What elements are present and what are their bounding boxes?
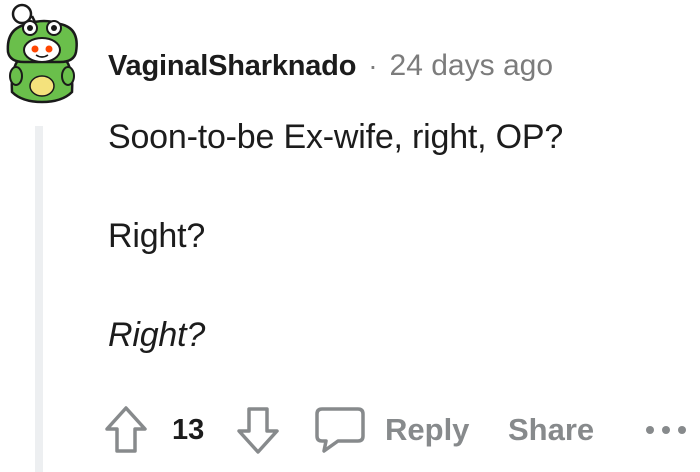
arrow-down-icon [237,407,279,454]
comment-button[interactable] [310,400,370,460]
comment-body-line: Soon-to-be Ex-wife, right, OP? [108,118,564,156]
ellipsis-icon [646,426,686,434]
snoo-frog-avatar-icon [6,3,78,104]
comment-body-line-italic: Right? [108,316,206,354]
downvote-button[interactable] [228,400,288,460]
separator-dot: · [368,50,378,81]
speech-bubble-icon [315,407,365,453]
upvote-button[interactable] [100,400,152,460]
comment-header: VaginalSharknado · 24 days ago [108,46,553,86]
thread-line[interactable] [35,126,43,472]
arrow-up-icon [105,406,147,453]
share-button[interactable]: Share [508,400,594,460]
more-options-button[interactable] [636,400,696,460]
reply-button[interactable]: Reply [385,400,469,460]
comment-actions: 13 Reply Share [100,400,700,460]
vote-score: 13 [172,413,205,446]
user-avatar[interactable] [2,2,84,106]
timestamp[interactable]: 24 days ago [390,49,553,83]
comment-body-line: Right? [108,217,206,255]
username-link[interactable]: VaginalSharknado [108,50,356,83]
comment: VaginalSharknado · 24 days ago Soon-to-b… [0,0,700,472]
